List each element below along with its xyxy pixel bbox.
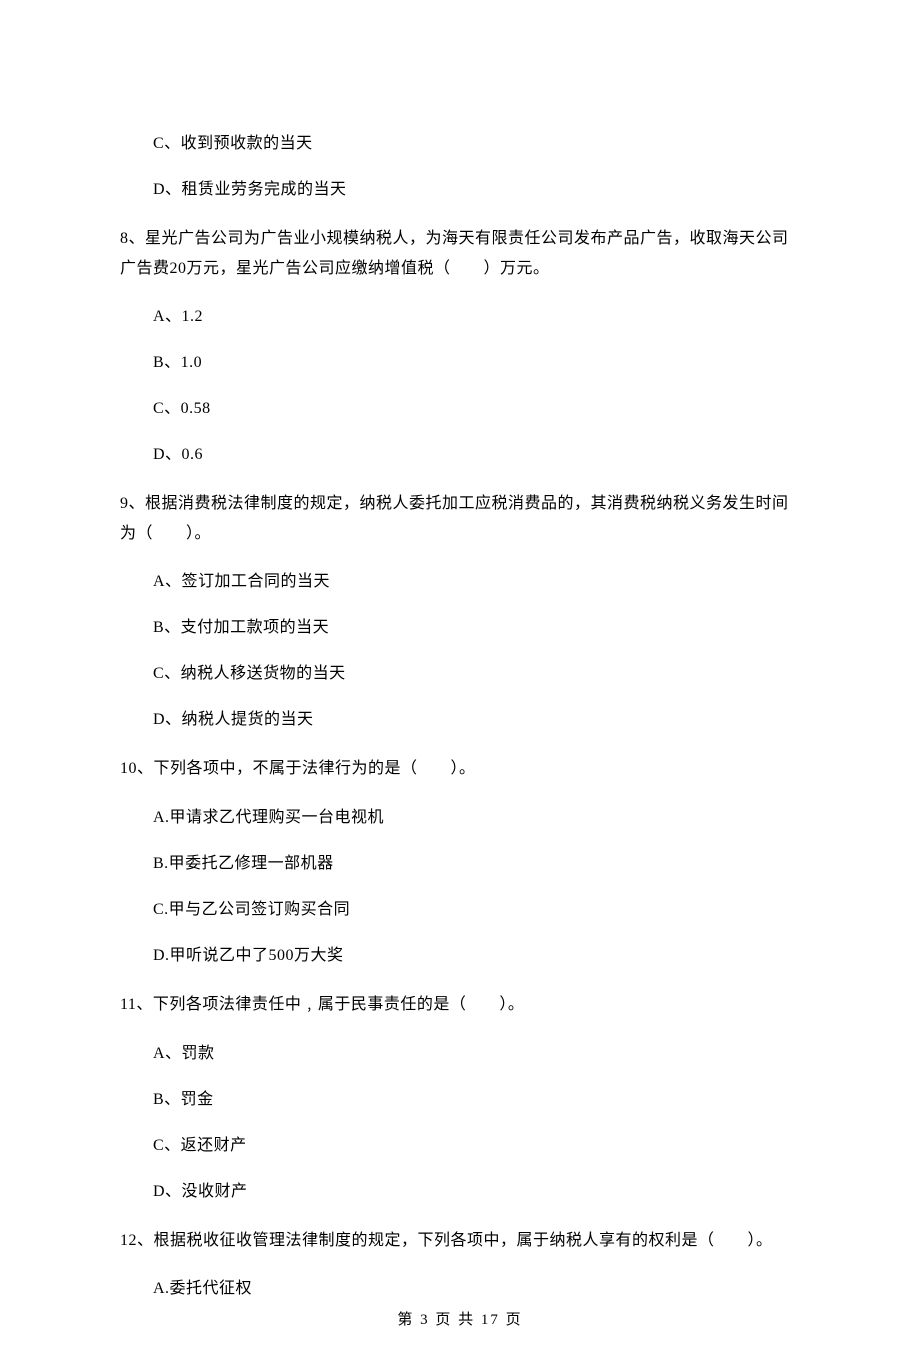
q9-option-b: B、支付加工款项的当天: [120, 616, 800, 640]
q12-option-a: A.委托代征权: [120, 1277, 800, 1301]
q11-stem: 11、下列各项法律责任中﹐属于民事责任的是（ ）。: [120, 990, 800, 1020]
q9-stem: 9、根据消费税法律制度的规定，纳税人委托加工应税消费品的，其消费税纳税义务发生时…: [120, 489, 800, 548]
document-page: C、收到预收款的当天 D、租赁业劳务完成的当天 8、星光广告公司为广告业小规模纳…: [0, 0, 920, 1363]
q10-stem: 10、下列各项中，不属于法律行为的是（ ）。: [120, 754, 800, 784]
q8-option-c: C、0.58: [120, 397, 800, 421]
q10-option-c: C.甲与乙公司签订购买合同: [120, 898, 800, 922]
q8-option-d: D、0.6: [120, 443, 800, 467]
q11-option-d: D、没收财产: [120, 1180, 800, 1204]
q7-option-c: C、收到预收款的当天: [120, 132, 800, 156]
q10-option-d: D.甲听说乙中了500万大奖: [120, 944, 800, 968]
q12-stem: 12、根据税收征收管理法律制度的规定，下列各项中，属于纳税人享有的权利是（ ）。: [120, 1226, 800, 1256]
q11-option-b: B、罚金: [120, 1088, 800, 1112]
q11-option-a: A、罚款: [120, 1042, 800, 1066]
q9-option-c: C、纳税人移送货物的当天: [120, 662, 800, 686]
q9-option-d: D、纳税人提货的当天: [120, 708, 800, 732]
q10-option-b: B.甲委托乙修理一部机器: [120, 852, 800, 876]
q9-option-a: A、签订加工合同的当天: [120, 570, 800, 594]
page-footer: 第 3 页 共 17 页: [0, 1309, 920, 1332]
q8-option-b: B、1.0: [120, 351, 800, 375]
q8-stem: 8、星光广告公司为广告业小规模纳税人，为海天有限责任公司发布产品广告，收取海天公…: [120, 224, 800, 283]
q10-option-a: A.甲请求乙代理购买一台电视机: [120, 806, 800, 830]
q7-option-d: D、租赁业劳务完成的当天: [120, 178, 800, 202]
q11-option-c: C、返还财产: [120, 1134, 800, 1158]
q8-option-a: A、1.2: [120, 305, 800, 329]
